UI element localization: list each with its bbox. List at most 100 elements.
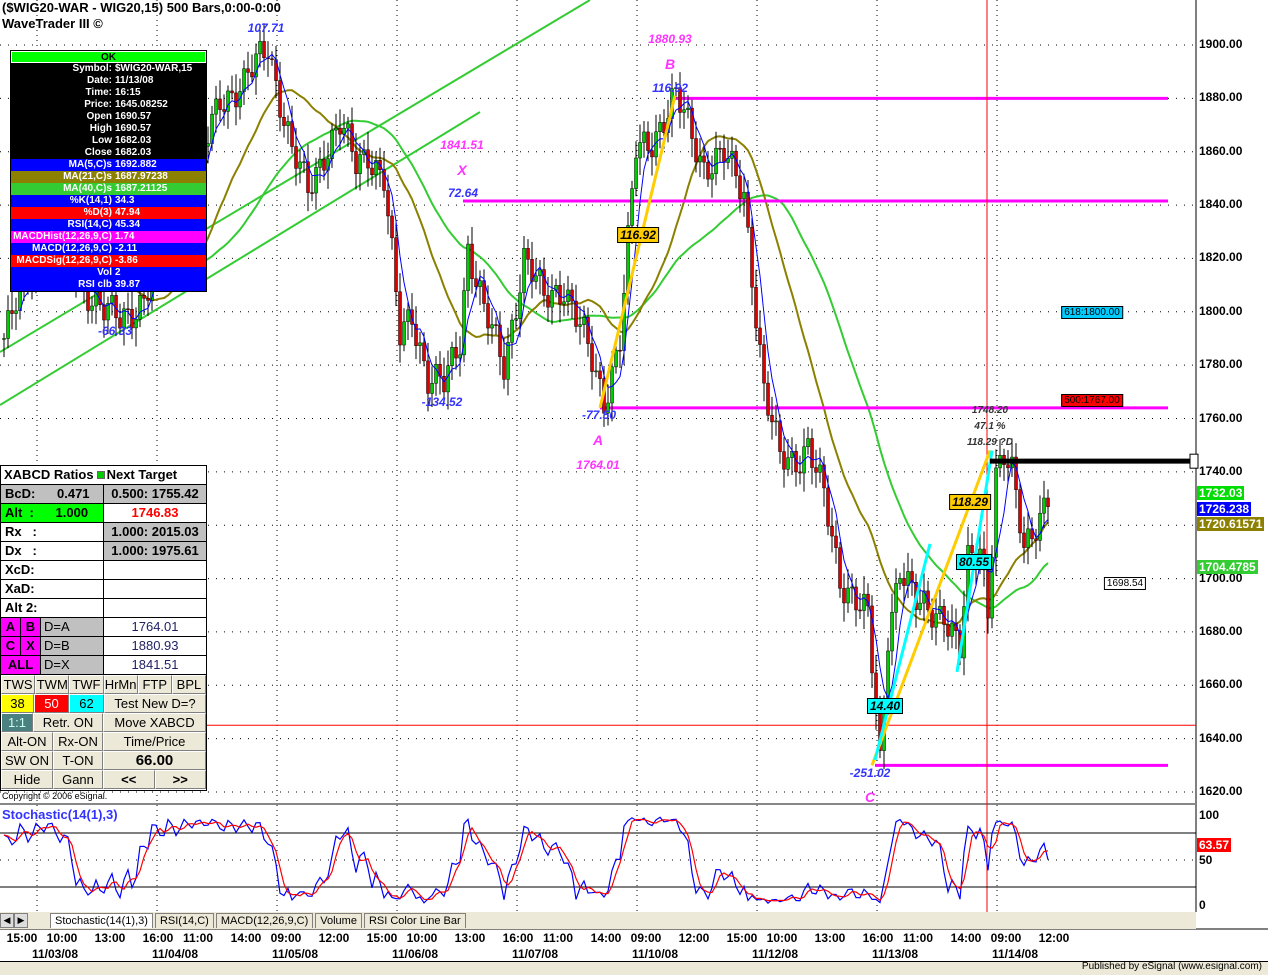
point-d-label[interactable]: D=A — [41, 618, 104, 636]
data-window-key: RSI clb — [78, 279, 112, 290]
data-window-key: Date: — [86, 75, 112, 86]
price-tag: 1698.54 — [1103, 577, 1147, 590]
time-axis-label: 16:00 — [862, 931, 894, 945]
data-window-key: Close — [84, 147, 112, 158]
candle — [754, 286, 758, 329]
hide-button[interactable]: Hide — [1, 770, 53, 789]
data-window-key: %D(3) — [83, 207, 112, 218]
candle — [1026, 528, 1030, 548]
swing-label: -251.02 — [849, 766, 891, 780]
ratio-target — [104, 580, 206, 598]
data-window-value: 1.74 — [115, 231, 135, 242]
fib-50-button[interactable]: 50 — [34, 694, 69, 713]
point-x-label: X — [457, 162, 467, 178]
data-window-row: Open 1690.57 — [11, 111, 206, 123]
candle — [546, 295, 550, 308]
all-points-button[interactable]: ALL — [1, 656, 41, 674]
time-price-button[interactable]: Time/Price — [103, 732, 206, 751]
point-row: A B D=A 1764.01 — [1, 618, 206, 637]
data-window-key: MACDSig(12,26,9,C) — [16, 255, 112, 266]
ratio-label: Rx : — [1, 523, 104, 541]
move-xabcd-button[interactable]: Move XABCD — [103, 713, 206, 732]
candle — [398, 291, 402, 346]
next-button[interactable]: >> — [154, 770, 206, 789]
candle — [446, 365, 450, 393]
alt-on-button[interactable]: Alt-ON — [1, 732, 53, 751]
candle — [302, 161, 306, 164]
candle — [514, 318, 518, 321]
price-axis-label: 1680.00 — [1199, 623, 1243, 638]
data-window: OK Symbol: $WIG20-WAR,15 Date: 11/13/08 Time… — [10, 50, 207, 292]
point-button[interactable]: B — [21, 618, 41, 636]
candle — [646, 131, 650, 151]
study-tab[interactable]: RSI Color Line Bar — [363, 913, 466, 928]
point-d-label[interactable]: D=B — [41, 637, 104, 655]
candle — [1042, 497, 1046, 514]
candle — [550, 290, 554, 308]
study-tab[interactable]: Stochastic(14(1),3) — [50, 913, 153, 928]
gann-button[interactable]: Gann — [53, 770, 103, 789]
chart-title: ($WIG20-WAR - WIG20,15) 500 Bars,0:00-0:… — [2, 0, 281, 32]
candle — [526, 248, 530, 260]
tool-button-hrmn[interactable]: HrMn — [103, 675, 138, 694]
tool-button-twf[interactable]: TWF — [69, 675, 104, 694]
tool-button-tws[interactable]: TWS — [1, 675, 36, 694]
value-field[interactable]: 66.00 — [103, 751, 206, 770]
candle — [426, 360, 430, 394]
candle — [766, 382, 770, 416]
candle — [10, 310, 14, 314]
price-axis-label: 1780.00 — [1199, 357, 1243, 372]
point-button[interactable]: X — [21, 637, 41, 655]
data-window-row: Vol 2 — [11, 267, 206, 279]
ratio-1-1-button[interactable]: 1:1 — [1, 713, 33, 732]
candle — [486, 303, 490, 329]
time-axis-label: 15:00 — [726, 931, 758, 945]
prev-button[interactable]: << — [103, 770, 155, 789]
fib-38-button[interactable]: 38 — [1, 694, 34, 713]
study-tab[interactable]: MACD(12,26,9,C) — [215, 913, 314, 928]
time-axis-label: 12:00 — [678, 931, 710, 945]
swing-label: 72.64 — [447, 186, 479, 200]
candle — [146, 298, 150, 301]
scroll-right-button[interactable]: ▶ — [14, 913, 28, 928]
price-axis-label: 1880.00 — [1199, 90, 1243, 105]
scroll-left-button[interactable]: ◀ — [0, 913, 14, 928]
retr-on-button[interactable]: Retr. ON — [33, 713, 103, 732]
tool-button-twm[interactable]: TWM — [35, 675, 70, 694]
candle — [578, 324, 582, 327]
ratio-target: 0.500: 1755.42 — [104, 485, 206, 503]
candle — [682, 109, 686, 113]
rx-on-button[interactable]: Rx-ON — [53, 732, 103, 751]
point-d-label[interactable]: D=X — [41, 656, 104, 674]
study-tab[interactable]: Volume — [315, 913, 362, 928]
study-tab[interactable]: RSI(14,C) — [154, 913, 214, 928]
data-window-key: MA(5,C)s — [68, 159, 112, 170]
ratio-target: 1.000: 2015.03 — [104, 523, 206, 541]
point-button[interactable]: C — [1, 637, 21, 655]
candle — [434, 364, 438, 384]
candle — [418, 342, 422, 346]
t-on-button[interactable]: T-ON — [53, 751, 103, 770]
candle — [442, 375, 446, 393]
candle — [782, 451, 786, 470]
candle — [386, 190, 390, 217]
price-axis-label: 1660.00 — [1199, 677, 1243, 692]
date-axis-label: 11/13/08 — [871, 947, 919, 961]
stoch-axis-label: 100 — [1199, 808, 1220, 822]
date-axis-label: 11/05/08 — [271, 947, 319, 961]
fib-618-label: 618:1800.00 — [1061, 306, 1123, 319]
swing-label: 107.71 — [247, 21, 285, 35]
test-new-d-button[interactable]: Test New D=? — [104, 694, 206, 713]
candle — [750, 227, 754, 288]
candle — [466, 243, 470, 291]
tool-button-ftp[interactable]: FTP — [137, 675, 172, 694]
sw-on-button[interactable]: SW ON — [1, 751, 53, 770]
candle — [598, 370, 602, 379]
fib-62-button[interactable]: 62 — [69, 694, 104, 713]
tool-button-bpl[interactable]: BPL — [171, 675, 207, 694]
point-button[interactable]: A — [1, 618, 21, 636]
price-axis-label: 1860.00 — [1199, 143, 1243, 158]
candle — [618, 349, 622, 352]
time-axis-label: 09:00 — [630, 931, 662, 945]
data-window-value: 1682.03 — [115, 147, 152, 158]
